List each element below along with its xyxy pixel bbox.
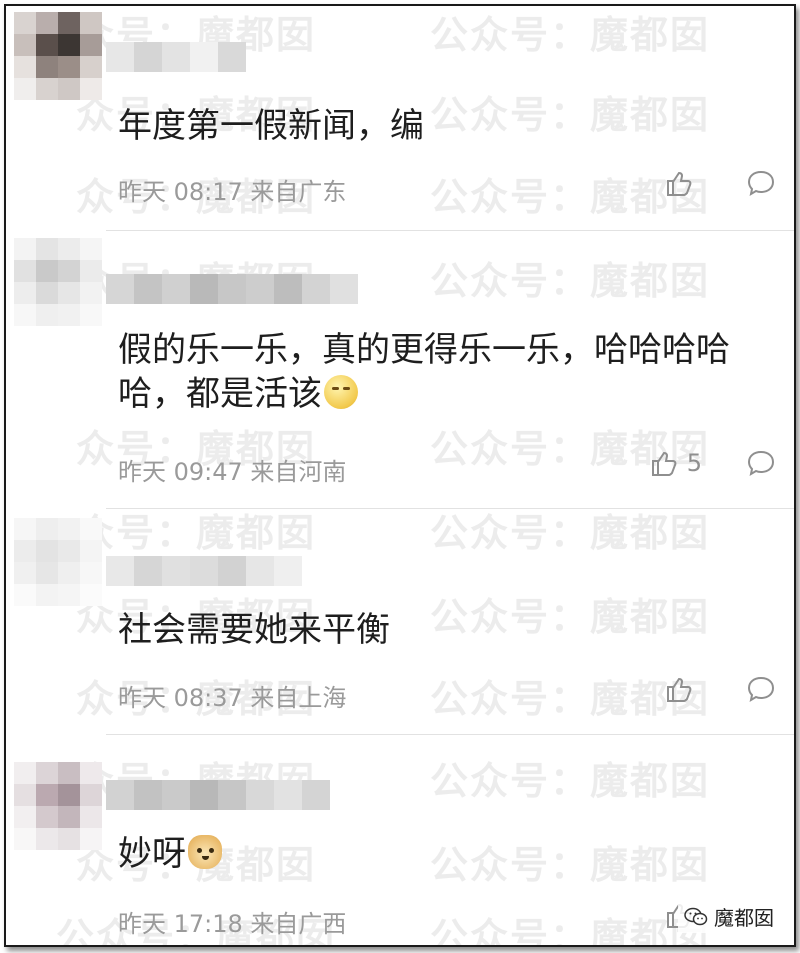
- comment-text: 假的乐一乐，真的更得乐一乐，哈哈哈哈哈，都是活该: [118, 328, 758, 416]
- comment-item: 社会需要她来平衡 昨天 08:37 来自上海: [6, 510, 794, 736]
- thumbs-up-icon: [667, 677, 692, 702]
- comment-meta: 昨天 08:17 来自广东: [118, 178, 347, 206]
- divider: [106, 230, 794, 231]
- comment-item: 假的乐一乐，真的更得乐一乐，哈哈哈哈哈，都是活该 昨天 09:47 来自河南 5: [6, 232, 794, 510]
- username-blurred[interactable]: [106, 42, 246, 72]
- comment-meta: 昨天 17:18 来自广西: [118, 910, 347, 938]
- like-count: 5: [686, 449, 702, 477]
- divider: [106, 508, 794, 509]
- shy-face-emoji-icon: [324, 375, 358, 409]
- comment-text-content: 假的乐一乐，真的更得乐一乐，哈哈哈哈哈，都是活该: [118, 330, 730, 414]
- like-button[interactable]: 5: [649, 448, 702, 478]
- reply-button[interactable]: [746, 448, 776, 482]
- reply-button[interactable]: [746, 674, 776, 708]
- comment-text: 年度第一假新闻，编: [118, 106, 424, 146]
- comment-meta: 昨天 08:37 来自上海: [118, 684, 347, 712]
- screenshot-frame: 众号：魔都囡 公众号：魔都囡 众号：魔都囡 公众号：魔都囡 众号：魔都囡 公众号…: [4, 4, 796, 947]
- comment-bubble-icon: [747, 170, 775, 197]
- reply-button[interactable]: [746, 168, 776, 202]
- comment-bubble-icon: [747, 450, 775, 477]
- username-blurred[interactable]: [106, 274, 358, 304]
- thumbs-up-icon: [651, 451, 677, 476]
- divider: [106, 734, 794, 735]
- wechat-icon: [684, 907, 708, 925]
- comment-item: 妙呀 昨天 17:18 来自广西: [6, 736, 794, 945]
- brand-label: 魔都囡: [714, 906, 774, 930]
- doge-face-emoji-icon: [188, 835, 222, 869]
- username-blurred[interactable]: [106, 780, 330, 810]
- comment-text: 妙呀: [118, 832, 222, 876]
- avatar: [14, 762, 102, 850]
- comment-text: 社会需要她来平衡: [118, 610, 390, 650]
- avatar: [14, 12, 102, 100]
- username-blurred[interactable]: [106, 556, 302, 586]
- comment-meta: 昨天 09:47 来自河南: [118, 458, 347, 486]
- avatar: [14, 518, 102, 606]
- comment-bubble-icon: [747, 676, 775, 703]
- thumbs-up-icon: [667, 171, 692, 196]
- like-button[interactable]: [664, 674, 702, 704]
- comment-text-content: 妙呀: [118, 834, 186, 874]
- comment-item: 年度第一假新闻，编 昨天 08:17 来自广东: [6, 6, 794, 232]
- avatar: [14, 238, 102, 326]
- like-button[interactable]: [664, 168, 702, 198]
- brand-watermark: 魔都囡: [678, 900, 780, 933]
